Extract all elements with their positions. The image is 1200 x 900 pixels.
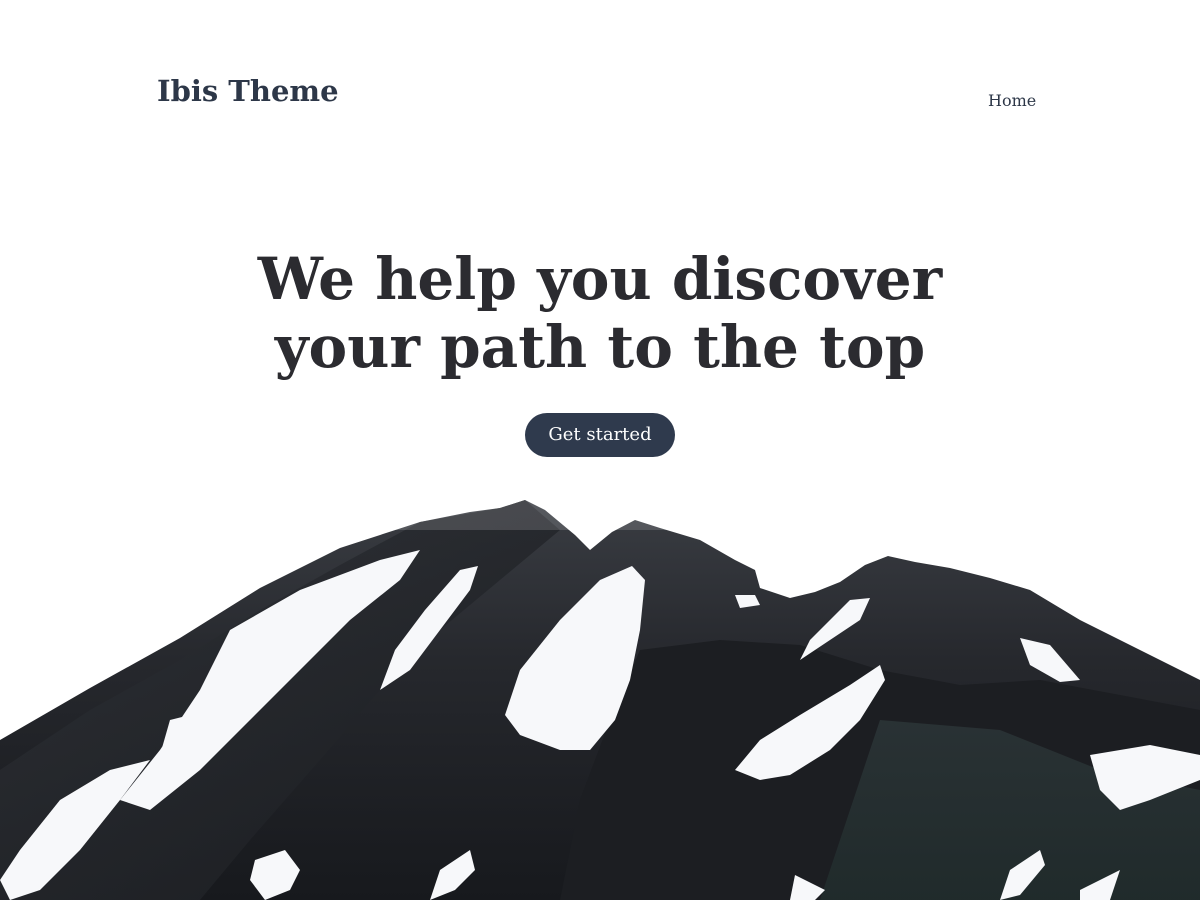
get-started-button[interactable]: Get started (525, 413, 675, 457)
hero-heading: We help you discover your path to the to… (220, 245, 980, 381)
hero-heading-line-2: your path to the top (274, 313, 926, 381)
site-header: Ibis Theme Home (0, 0, 1200, 200)
site-title-link[interactable]: Ibis Theme (157, 74, 339, 108)
mountain-image (0, 470, 1200, 900)
top-haze (0, 470, 1200, 530)
nav-item-home[interactable]: Home (988, 91, 1036, 110)
page: Ibis Theme Home We help you discover you… (0, 0, 1200, 900)
primary-nav: Home (988, 91, 1036, 110)
hero-section: We help you discover your path to the to… (0, 245, 1200, 457)
hero-heading-line-1: We help you discover (257, 245, 943, 313)
